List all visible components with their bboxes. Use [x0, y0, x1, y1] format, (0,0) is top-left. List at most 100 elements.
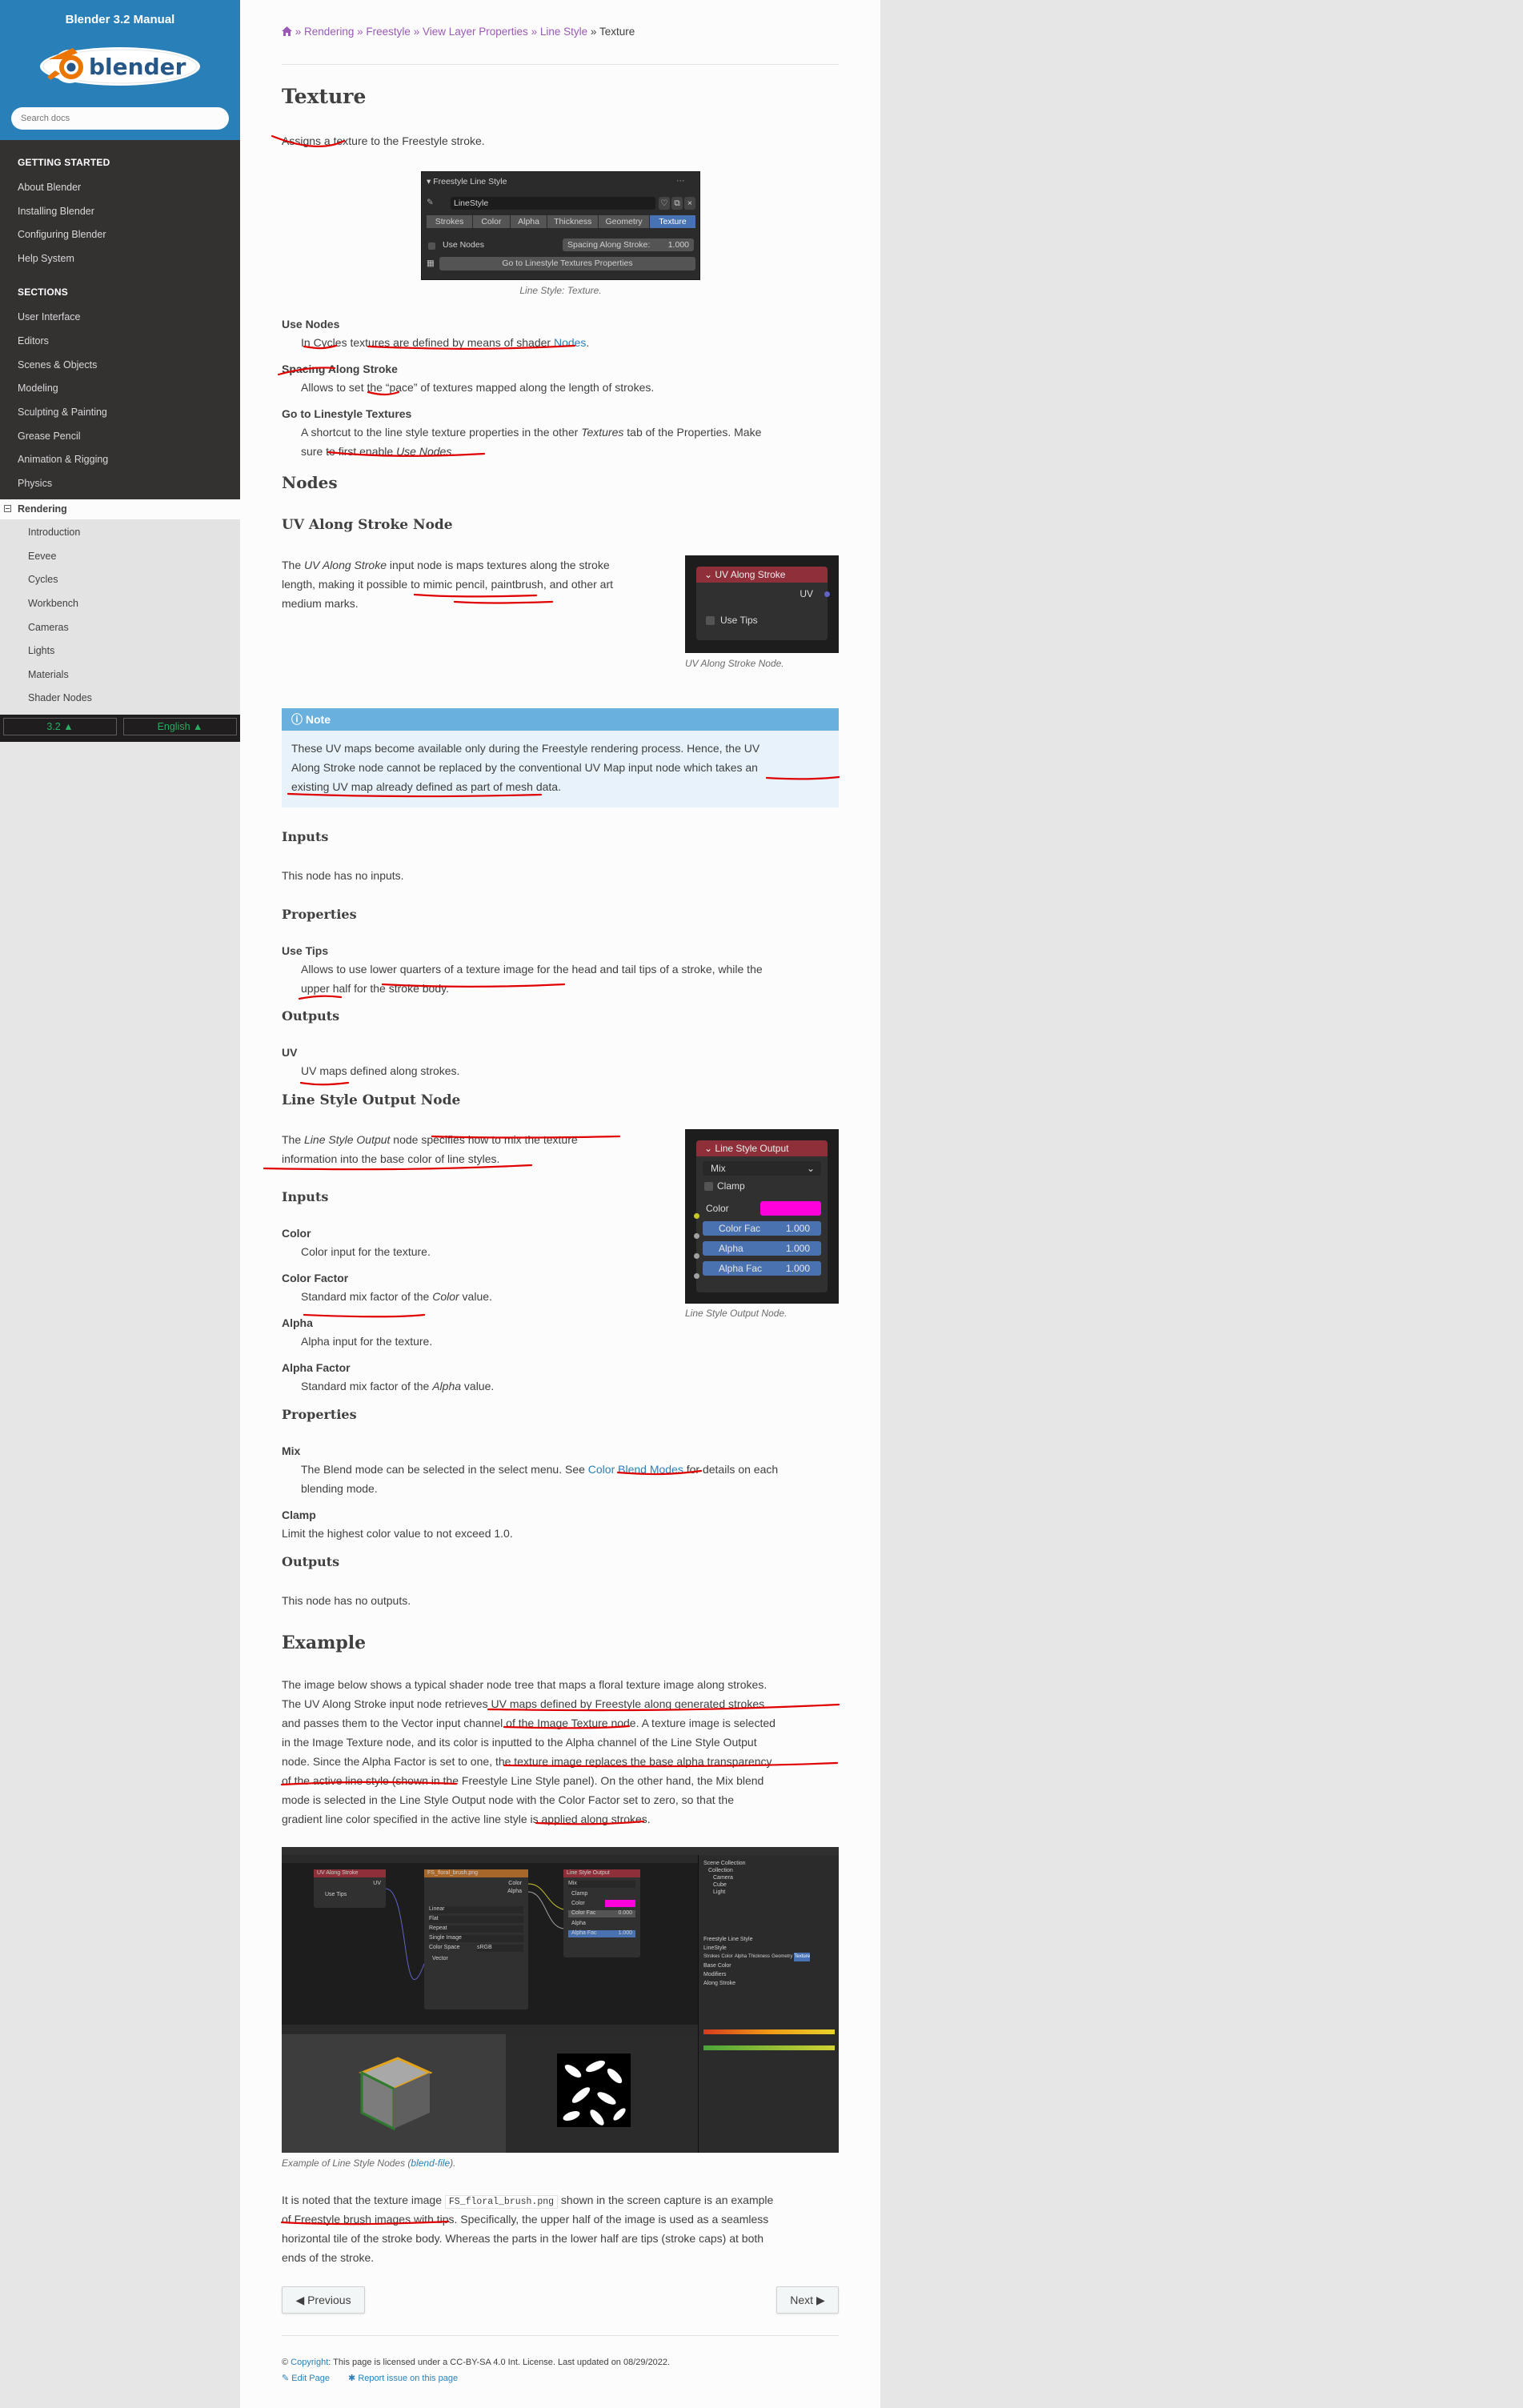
sidebar-subitem-lights[interactable]: Lights: [28, 645, 54, 656]
linestyle-name-field[interactable]: LineStyle: [451, 197, 655, 210]
heading-properties: Properties: [282, 907, 357, 922]
duplicate-icon[interactable]: ⧉: [671, 197, 683, 210]
figure-caption-linestyle-texture: Line Style: Texture.: [519, 285, 602, 296]
note-box: ⓘ Note These UV maps become available on…: [282, 708, 839, 807]
clamp-checkbox[interactable]: [704, 1182, 713, 1191]
previous-button[interactable]: ◀ Previous: [282, 2286, 365, 2314]
edit-page-link[interactable]: ✎ Edit Page: [282, 2374, 330, 2383]
clamp-label: Clamp: [717, 1180, 745, 1192]
example-line-4: in the Image Texture node, and its color…: [282, 1736, 757, 1749]
go-to-linestyle-textures-button[interactable]: Go to Linestyle Textures Properties: [439, 257, 695, 270]
sidebar-item-animation[interactable]: Animation & Rigging: [18, 454, 108, 465]
manual-title-link[interactable]: Blender 3.2 Manual: [0, 13, 240, 26]
sidebar-item-rendering-label: Rendering: [18, 503, 67, 515]
term-use-nodes: Use Nodes: [282, 318, 340, 331]
color-input-socket[interactable]: [694, 1213, 699, 1219]
arrow-circle-right-icon: ▶: [813, 2294, 825, 2306]
sidebar-item-modeling[interactable]: Modeling: [18, 383, 58, 394]
sidebar-subitem-shader-nodes[interactable]: Shader Nodes: [28, 692, 92, 703]
use-tips-label: Use Tips: [720, 615, 758, 626]
sidebar-item-grease-pencil[interactable]: Grease Pencil: [18, 431, 81, 442]
spacing-along-stroke-field[interactable]: Spacing Along Stroke: 1.000: [563, 238, 694, 251]
report-issue-link[interactable]: ✱ Report issue on this page: [348, 2374, 458, 2383]
page-title: Texture: [282, 85, 367, 108]
blender-logo-icon[interactable]: blender: [38, 42, 202, 91]
breadcrumb-freestyle[interactable]: Freestyle: [366, 26, 411, 38]
sidebar-subitem-cameras[interactable]: Cameras: [28, 622, 69, 633]
use-nodes-checkbox[interactable]: [428, 242, 435, 250]
color-fac-input-socket[interactable]: [694, 1233, 699, 1239]
note-line-3: existing UV map already defined as part …: [291, 780, 561, 793]
sidebar-item-physics[interactable]: Physics: [18, 478, 52, 489]
mix-select[interactable]: Mix ⌄: [703, 1161, 821, 1176]
sidebar-item-help[interactable]: Help System: [18, 253, 74, 264]
breadcrumb: » Rendering » Freestyle » View Layer Pro…: [282, 22, 635, 42]
note-line-2: Along Stroke node cannot be replaced by …: [291, 761, 758, 774]
desc-go-to-linestyle-textures-l1: A shortcut to the line style texture pro…: [301, 426, 762, 439]
alpha-fac-field[interactable]: Alpha Fac 1.000: [703, 1261, 821, 1276]
sidebar-subitem-introduction[interactable]: Introduction: [28, 527, 80, 538]
version-value: 3.2: [46, 721, 61, 732]
close-icon[interactable]: ×: [684, 197, 695, 210]
blend-file-link[interactable]: blend-file: [411, 2158, 450, 2169]
example-line-8: gradient line color specified in the act…: [282, 1813, 651, 1825]
color-swatch[interactable]: [760, 1201, 821, 1216]
breadcrumb-line-style[interactable]: Line Style: [540, 26, 587, 38]
heading-lso-inputs: Inputs: [282, 1189, 329, 1204]
version-select[interactable]: 3.2 ▲: [3, 718, 117, 735]
search-input[interactable]: [11, 107, 229, 130]
sidebar-subitem-eevee[interactable]: Eevee: [28, 551, 56, 562]
sidebar-subitem-cycles[interactable]: Cycles: [28, 574, 58, 585]
term-color-factor: Color Factor: [282, 1272, 349, 1284]
sidebar-subitem-materials[interactable]: Materials: [28, 669, 69, 680]
desc-use-tips-l2: upper half for the stroke body.: [301, 982, 449, 995]
sidebar-item-user-interface[interactable]: User Interface: [18, 311, 81, 323]
next-button[interactable]: Next ▶: [776, 2286, 839, 2314]
fake-user-icon[interactable]: ♡: [659, 197, 670, 210]
figure-caption-uv-along-stroke: UV Along Stroke Node.: [685, 658, 784, 669]
copyright-link[interactable]: Copyright: [291, 2358, 328, 2367]
color-ramp-2: [703, 2045, 835, 2050]
sidebar-item-editors[interactable]: Editors: [18, 335, 49, 347]
tab-geometry[interactable]: Geometry: [599, 215, 649, 228]
term-spacing-along-stroke: Spacing Along Stroke: [282, 363, 398, 375]
alpha-fac-input-socket[interactable]: [694, 1273, 699, 1279]
tab-thickness[interactable]: Thickness: [547, 215, 599, 228]
language-select[interactable]: English ▲: [123, 718, 237, 735]
term-use-tips: Use Tips: [282, 944, 329, 957]
sidebar-item-about[interactable]: About Blender: [18, 182, 81, 193]
example-line-1: The image below shows a typical shader n…: [282, 1678, 768, 1691]
sidebar-item-scenes[interactable]: Scenes & Objects: [18, 359, 97, 371]
alpha-field[interactable]: Alpha 1.000: [703, 1241, 821, 1256]
tab-texture[interactable]: Texture: [649, 215, 695, 228]
tab-color[interactable]: Color: [473, 215, 510, 228]
sidebar-header: Blender 3.2 Manual blender: [0, 0, 240, 140]
collapse-icon[interactable]: [4, 505, 11, 512]
sections-caption: SECTIONS: [18, 286, 68, 298]
term-clamp: Clamp: [282, 1509, 316, 1521]
sidebar-item-sculpting[interactable]: Sculpting & Painting: [18, 407, 107, 418]
breadcrumb-view-layer-properties[interactable]: View Layer Properties: [423, 26, 528, 38]
color-fac-field[interactable]: Color Fac 1.000: [703, 1221, 821, 1236]
heading-inputs: Inputs: [282, 829, 329, 844]
example-line-5: node. Since the Alpha Factor is set to o…: [282, 1755, 772, 1768]
uv-output-socket[interactable]: [824, 591, 830, 597]
tab-alpha[interactable]: Alpha: [510, 215, 547, 228]
tab-strokes[interactable]: Strokes: [427, 215, 473, 228]
sidebar-subitem-workbench[interactable]: Workbench: [28, 598, 78, 609]
note-line-1: These UV maps become available only duri…: [291, 742, 760, 755]
final-line-1: It is noted that the texture image FS_fl…: [282, 2194, 774, 2209]
color-blend-modes-link[interactable]: Color Blend Modes: [588, 1463, 683, 1476]
sidebar-item-configuring[interactable]: Configuring Blender: [18, 229, 106, 240]
breadcrumb-rendering[interactable]: Rendering: [304, 26, 354, 38]
use-nodes-label: Use Nodes: [443, 240, 484, 250]
alpha-input-socket[interactable]: [694, 1253, 699, 1259]
logo-text: blender: [89, 54, 186, 80]
sidebar-item-rendering[interactable]: Rendering: [0, 499, 240, 519]
home-icon[interactable]: [282, 26, 295, 38]
use-tips-checkbox[interactable]: [706, 616, 715, 625]
nodes-link[interactable]: Nodes: [554, 336, 586, 349]
rendering-subsection-list: Introduction Eevee Cycles Workbench Came…: [0, 519, 240, 715]
sidebar-item-installing[interactable]: Installing Blender: [18, 206, 94, 217]
desc-clamp: Limit the highest color value to not exc…: [282, 1527, 513, 1540]
